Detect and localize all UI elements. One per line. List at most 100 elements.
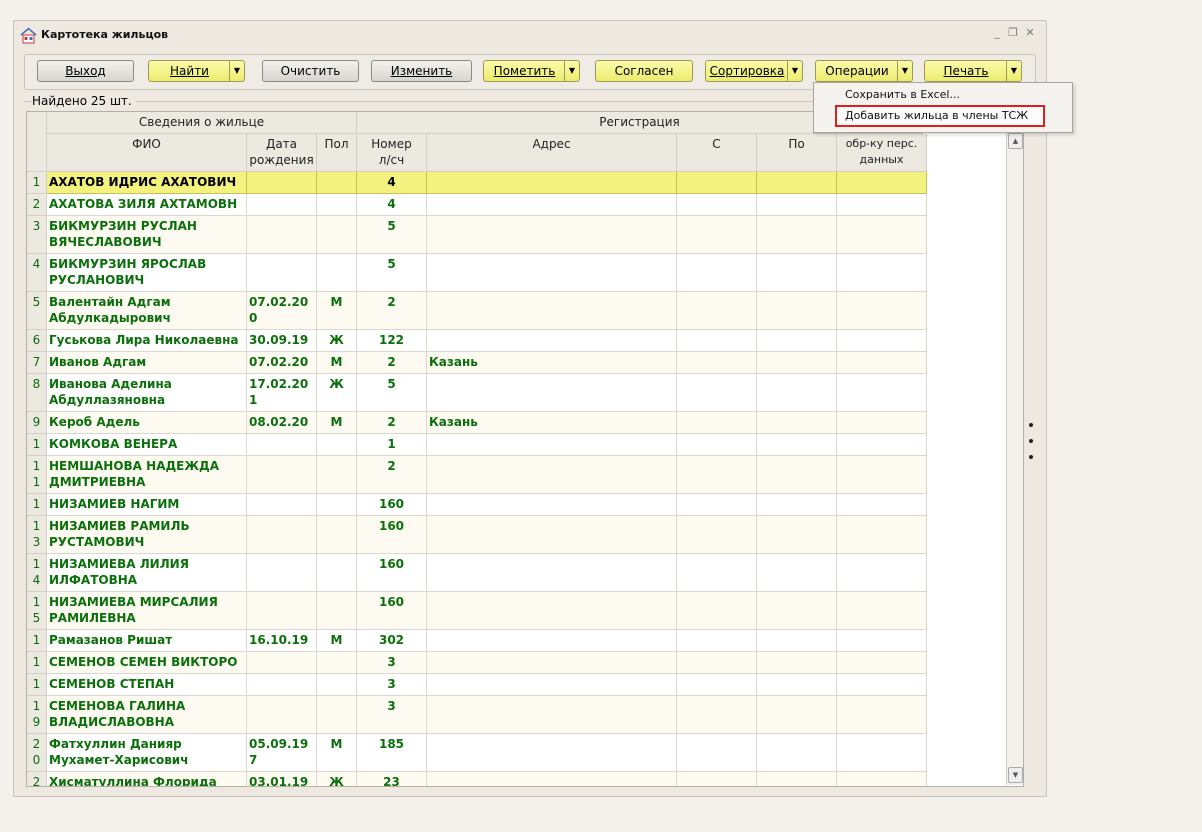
sex-cell: Ж	[317, 330, 357, 352]
address-cell	[427, 734, 677, 772]
agree-button[interactable]: Согласен	[595, 60, 693, 82]
splitter-dot-icon	[1029, 439, 1033, 443]
operations-dropdown-icon[interactable]: ▼	[897, 61, 912, 81]
consent-cell	[837, 494, 927, 516]
account-cell: 3	[357, 652, 427, 674]
from-cell	[677, 772, 757, 786]
operations-button[interactable]: Операции ▼	[815, 60, 913, 82]
consent-column-header[interactable]: обр-ку перс. данных	[837, 134, 927, 172]
scroll-up-icon[interactable]: ▲	[1008, 133, 1023, 149]
dob-cell	[247, 516, 317, 554]
to-cell	[757, 374, 837, 412]
account-cell: 4	[357, 172, 427, 194]
consent-cell	[837, 330, 927, 352]
find-dropdown-icon[interactable]: ▼	[229, 61, 244, 81]
row-number: 1	[27, 494, 47, 516]
address-cell	[427, 194, 677, 216]
dob-column-header[interactable]: Дата рождения	[247, 134, 317, 172]
address-cell: Казань	[427, 412, 677, 434]
fio-column-header[interactable]: ФИО	[47, 134, 247, 172]
from-cell	[677, 194, 757, 216]
menu-item-add-member[interactable]: Добавить жильца в члены ТСЖ	[845, 109, 1028, 122]
row-number: 1 3	[27, 516, 47, 554]
row-number: 1 1	[27, 456, 47, 494]
edit-button[interactable]: Изменить	[371, 60, 472, 82]
fio-cell: Валентайн Адгам Абдулкадырович	[47, 292, 247, 330]
consent-cell	[837, 630, 927, 652]
from-cell	[677, 734, 757, 772]
account-cell: 4	[357, 194, 427, 216]
sex-cell	[317, 216, 357, 254]
clear-button[interactable]: Очистить	[262, 60, 359, 82]
fio-cell: Фатхуллин Данияр Мухамет-Харисович	[47, 734, 247, 772]
fio-cell: Кероб Адель	[47, 412, 247, 434]
fio-cell: БИКМУРЗИН РУСЛАН ВЯЧЕСЛАВОВИЧ	[47, 216, 247, 254]
consent-cell	[837, 194, 927, 216]
from-cell	[677, 216, 757, 254]
account-cell: 302	[357, 630, 427, 652]
to-cell	[757, 652, 837, 674]
address-cell	[427, 292, 677, 330]
row-number: 2	[27, 194, 47, 216]
vertical-scrollbar[interactable]: ▲ ▼	[1006, 131, 1023, 785]
sex-cell	[317, 652, 357, 674]
to-cell	[757, 412, 837, 434]
consent-cell	[837, 434, 927, 456]
menu-item-save-excel[interactable]: Сохранить в Excel...	[845, 88, 960, 101]
from-column-header[interactable]: С	[677, 134, 757, 172]
minimize-icon[interactable]: _	[991, 27, 1003, 39]
fio-cell: КОМКОВА ВЕНЕРА	[47, 434, 247, 456]
dob-cell	[247, 674, 317, 696]
dob-cell: 17.02.201 1	[247, 374, 317, 412]
to-column-header[interactable]: По	[757, 134, 837, 172]
account-cell: 3	[357, 696, 427, 734]
sex-cell: М	[317, 734, 357, 772]
to-cell	[757, 592, 837, 630]
dob-cell: 03.01.195	[247, 772, 317, 786]
to-cell	[757, 696, 837, 734]
to-cell	[757, 194, 837, 216]
print-dropdown-icon[interactable]: ▼	[1006, 61, 1021, 81]
fio-cell: АХАТОВА ЗИЛЯ АХТАМОВНА	[47, 194, 247, 216]
address-column-header[interactable]: Адрес	[427, 134, 677, 172]
row-number: 5	[27, 292, 47, 330]
sex-cell: Ж	[317, 374, 357, 412]
account-cell: 3	[357, 674, 427, 696]
dob-cell: 08.02.201	[247, 412, 317, 434]
splitter-dot-icon	[1029, 423, 1033, 427]
find-button[interactable]: Найти ▼	[148, 60, 245, 82]
consent-cell	[837, 652, 927, 674]
to-cell	[757, 494, 837, 516]
address-cell	[427, 254, 677, 292]
account-column-header[interactable]: Номер л/сч	[357, 134, 427, 172]
sex-cell: Ж	[317, 772, 357, 786]
to-cell	[757, 254, 837, 292]
close-icon[interactable]: ✕	[1024, 27, 1036, 39]
sort-dropdown-icon[interactable]: ▼	[787, 61, 802, 81]
fio-cell: СЕМЕНОВА ГАЛИНА ВЛАДИСЛАВОВНА	[47, 696, 247, 734]
row-number: 1	[27, 630, 47, 652]
maximize-icon[interactable]: ❐	[1007, 27, 1019, 39]
dob-cell	[247, 494, 317, 516]
mark-button[interactable]: Пометить ▼	[483, 60, 580, 82]
exit-button[interactable]: Выход	[37, 60, 134, 82]
sex-column-header[interactable]: Пол	[317, 134, 357, 172]
dob-cell: 16.10.199	[247, 630, 317, 652]
sort-button[interactable]: Сортировка ▼	[705, 60, 803, 82]
row-number: 3	[27, 216, 47, 254]
from-cell	[677, 374, 757, 412]
address-cell	[427, 494, 677, 516]
to-cell	[757, 216, 837, 254]
dob-cell	[247, 194, 317, 216]
print-button[interactable]: Печать ▼	[924, 60, 1022, 82]
mark-dropdown-icon[interactable]: ▼	[564, 61, 579, 81]
address-cell	[427, 554, 677, 592]
consent-cell	[837, 734, 927, 772]
from-cell	[677, 696, 757, 734]
from-cell	[677, 352, 757, 374]
fio-cell: СЕМЕНОВ СЕМЕН ВИКТОРОВИЧ	[47, 652, 247, 674]
splitter-dot-icon	[1029, 455, 1033, 459]
fio-cell: НИЗАМИЕВА ЛИЛИЯ ИЛФАТОВНА	[47, 554, 247, 592]
dob-cell	[247, 554, 317, 592]
scroll-down-icon[interactable]: ▼	[1008, 767, 1023, 783]
